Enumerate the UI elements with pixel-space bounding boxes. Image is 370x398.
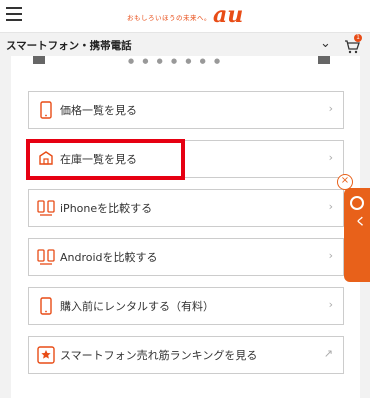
brand-tagline: おもしろいほうの未来へ。 [127, 14, 211, 22]
menu-item-label: Androidを比較する [60, 251, 158, 264]
menu-item-label: スマートフォン売れ筋ランキングを見る [60, 349, 258, 362]
carousel-prev-icon[interactable] [33, 56, 45, 64]
highlight-box [26, 139, 185, 180]
chevron-right-icon: › [328, 200, 333, 213]
staff-face-icon [350, 196, 364, 210]
hamburger-menu-icon[interactable] [6, 7, 22, 21]
carousel-next-icon[interactable] [318, 56, 330, 64]
star-icon [37, 346, 55, 364]
phone-icon [40, 101, 52, 119]
chevron-right-icon: › [328, 249, 333, 262]
compare-icon [37, 249, 55, 265]
cart-badge: 1 [354, 34, 362, 42]
menu-item-label: iPhoneを比較する [60, 202, 153, 215]
chevron-right-icon: › [328, 151, 333, 164]
menu-item-label: 購入前にレンタルする（有料） [60, 300, 214, 313]
carousel-dots[interactable]: ● ● ● ● ● ● ● [128, 57, 223, 65]
menu-item-compare-android[interactable]: Androidを比較する › [28, 238, 344, 276]
close-icon[interactable]: × [337, 174, 353, 190]
menu-item-compare-iphone[interactable]: iPhoneを比較する › [28, 189, 344, 227]
chevron-right-icon: › [328, 102, 333, 115]
chevron-down-icon[interactable]: ⌄ [320, 36, 331, 51]
category-bar: スマートフォン・携帯電話 ⌄ 1 [0, 32, 370, 56]
site-header: おもしろいほうの未来へ。 au [0, 0, 370, 32]
ask-staff-label: スタッフに聞く [353, 216, 370, 276]
cart-icon[interactable]: 1 [344, 34, 362, 54]
au-logo[interactable]: au [213, 2, 243, 28]
category-title: スマートフォン・携帯電話 [6, 40, 132, 52]
compare-icon [37, 200, 55, 216]
ask-staff-tab[interactable]: スタッフに聞く [344, 188, 370, 282]
menu-item-price-list[interactable]: 価格一覧を見る › [28, 91, 344, 129]
menu-item-label: 価格一覧を見る [60, 104, 137, 117]
menu-item-ranking[interactable]: スマートフォン売れ筋ランキングを見る ↗ [28, 336, 344, 374]
menu-item-rental[interactable]: 購入前にレンタルする（有料） › [28, 287, 344, 325]
chevron-right-icon: › [328, 298, 333, 311]
external-link-icon: ↗ [323, 347, 333, 360]
phone-icon [40, 297, 52, 315]
